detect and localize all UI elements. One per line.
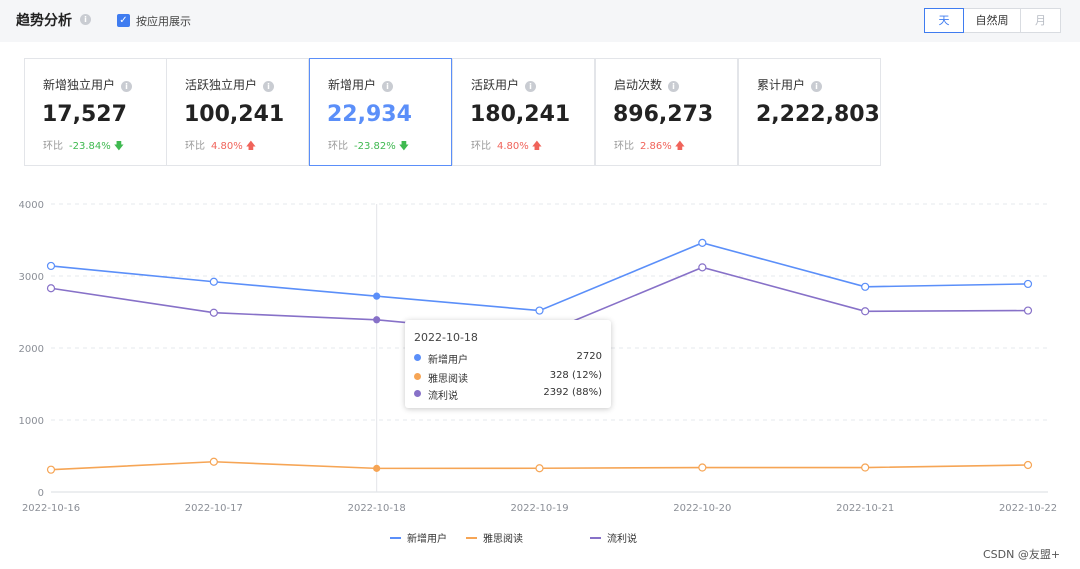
change-label: 环比 [614, 141, 634, 152]
arrow-down-icon: 🡇 [113, 141, 125, 152]
info-icon[interactable]: i [382, 81, 394, 92]
series-dot-icon [414, 373, 421, 380]
info-icon[interactable]: i [80, 14, 91, 25]
tooltip-row: 新增用户 2720 [414, 351, 602, 366]
card-label: 新增用户 [328, 78, 377, 92]
data-point [209, 308, 218, 317]
x-tick-label: 2022-10-21 [836, 503, 894, 514]
x-tick-label: 2022-10-17 [185, 503, 243, 514]
card-value: 180,241 [470, 102, 571, 127]
legend-label: 流利说 [607, 532, 637, 545]
card-value: 2,222,803 [756, 102, 880, 127]
data-point [1023, 279, 1033, 289]
metric-card-new-unique-users[interactable]: 新增独立用户 i 17,527 环比 -23.84% 🡇 [24, 58, 167, 166]
metric-card-active-unique-users[interactable]: 活跃独立用户 i 100,241 环比 4.80% 🡅 [166, 58, 309, 166]
change-percent: 4.80% [497, 141, 529, 152]
data-point [46, 261, 56, 271]
series-dot-icon [414, 354, 421, 361]
segment-month-button[interactable]: 月 [1020, 8, 1061, 33]
tooltip-series-value: 2720 [576, 351, 602, 362]
tooltip-date: 2022-10-18 [414, 331, 478, 344]
legend-label: 雅思阅读 [483, 532, 523, 545]
tooltip-series-value: 2392 (88%) [543, 387, 602, 398]
data-point [861, 463, 870, 472]
card-value: 22,934 [327, 102, 412, 127]
data-point [209, 277, 218, 286]
card-value: 17,527 [42, 102, 127, 127]
data-point [46, 284, 56, 293]
tooltip-series-value: 328 (12%) [549, 370, 602, 381]
data-point [535, 464, 544, 473]
change-label: 环比 [328, 141, 348, 152]
y-tick-label: 1000 [19, 416, 44, 427]
x-tick-label: 2022-10-19 [510, 503, 568, 514]
chart-tooltip: 2022-10-18 新增用户 2720 雅思阅读 328 (12%) 流利说 … [405, 320, 611, 408]
segment-day-button[interactable]: 天 [924, 8, 964, 33]
change-percent: -23.82% [354, 141, 396, 152]
info-icon[interactable]: i [525, 81, 537, 92]
segment-week-button[interactable]: 自然周 [963, 8, 1021, 33]
card-value: 896,273 [613, 102, 714, 127]
tooltip-series-name: 新增用户 [428, 355, 468, 366]
arrow-down-icon: 🡇 [398, 141, 410, 152]
card-value: 100,241 [184, 102, 285, 127]
x-tick-label: 2022-10-16 [22, 503, 80, 514]
y-tick-label: 0 [38, 488, 44, 499]
x-tick-label: 2022-10-22 [999, 503, 1057, 514]
metric-card-new-users[interactable]: 新增用户 i 22,934 环比 -23.82% 🡇 [309, 58, 452, 166]
data-point [373, 464, 381, 472]
info-icon[interactable]: i [263, 81, 275, 92]
card-label: 启动次数 [614, 78, 663, 92]
data-point [698, 263, 707, 272]
info-icon[interactable]: i [668, 81, 680, 92]
change-percent: -23.84% [69, 141, 111, 152]
change-label: 环比 [185, 141, 205, 152]
data-point [373, 292, 381, 300]
legend-label: 新增用户 [407, 532, 447, 545]
info-icon[interactable]: i [811, 81, 823, 92]
card-label: 活跃独立用户 [185, 78, 258, 92]
data-point [698, 463, 707, 472]
tooltip-series-name: 流利说 [428, 391, 458, 402]
data-point [209, 457, 218, 466]
data-point [861, 282, 870, 291]
tooltip-row: 流利说 2392 (88%) [414, 387, 602, 402]
data-point [1023, 306, 1033, 315]
data-point [46, 465, 56, 474]
y-tick-label: 2000 [19, 344, 44, 355]
series-dot-icon [414, 390, 421, 397]
x-tick-label: 2022-10-20 [673, 503, 731, 514]
y-tick-label: 4000 [19, 200, 44, 211]
metric-card-active-users[interactable]: 活跃用户 i 180,241 环比 4.80% 🡅 [452, 58, 595, 166]
arrow-up-icon: 🡅 [674, 141, 686, 152]
watermark: CSDN @友盟+ [983, 548, 1061, 561]
tooltip-series-name: 雅思阅读 [428, 374, 468, 385]
data-point [535, 306, 544, 315]
tooltip-row: 雅思阅读 328 (12%) [414, 370, 602, 385]
data-point [861, 307, 870, 316]
data-point [1023, 460, 1033, 470]
change-percent: 4.80% [211, 141, 243, 152]
series-line [50, 242, 1029, 312]
info-icon[interactable]: i [121, 81, 133, 92]
data-point [698, 238, 707, 247]
x-tick-label: 2022-10-18 [348, 503, 406, 514]
card-label: 活跃用户 [471, 78, 520, 92]
card-label: 累计用户 [757, 78, 806, 92]
page-title: 趋势分析 [16, 13, 72, 29]
change-label: 环比 [43, 141, 63, 152]
metric-card-total-users[interactable]: 累计用户 i 2,222,803 [738, 58, 881, 166]
arrow-up-icon: 🡅 [531, 141, 543, 152]
metric-cards: 新增独立用户 i 17,527 环比 -23.84% 🡇 活跃独立用户 i 100,24… [24, 58, 881, 166]
change-label: 环比 [471, 141, 491, 152]
change-percent: 2.86% [640, 141, 672, 152]
data-point [373, 316, 381, 324]
metric-card-launches[interactable]: 启动次数 i 896,273 环比 2.86% 🡅 [595, 58, 738, 166]
arrow-up-icon: 🡅 [245, 141, 257, 152]
group-by-app-label[interactable]: 按应用展示 [136, 13, 191, 29]
group-by-app-checkbox[interactable]: ✓ [117, 14, 130, 27]
card-label: 新增独立用户 [43, 78, 116, 92]
header-bar: 趋势分析 i ✓ 按应用展示 天 自然周 月 [0, 0, 1080, 42]
y-tick-label: 3000 [19, 272, 44, 283]
